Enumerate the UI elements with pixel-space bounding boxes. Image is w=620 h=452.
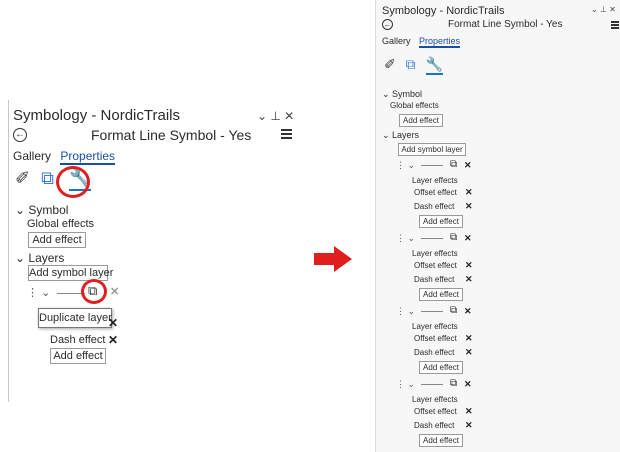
pane-title: Symbology - NordicTrails: [382, 5, 505, 17]
chevron-down-icon: ⌄: [382, 130, 393, 140]
layers-stack-icon[interactable]: ⧉: [41, 168, 54, 189]
hamburger-menu-icon[interactable]: [611, 21, 619, 29]
chevron-down-icon: ⌄: [15, 203, 29, 217]
delete-effect-icon[interactable]: ✕: [465, 187, 473, 198]
add-effect-button[interactable]: Add effect: [50, 348, 106, 364]
chevron-down-icon[interactable]: ⌄: [408, 306, 416, 316]
duplicate-layer-icon[interactable]: ⧉: [450, 232, 457, 243]
add-effect-button[interactable]: Add effect: [399, 114, 443, 127]
add-effect-button[interactable]: Add effect: [419, 288, 463, 301]
layer-row: ⋮ ⌄: [27, 286, 86, 299]
drag-handle-icon[interactable]: ⋮: [396, 379, 405, 389]
layer-row: ⋮ ⌄: [396, 379, 443, 390]
window-controls[interactable]: ⌄ ⊥ ✕: [257, 109, 294, 123]
delete-layer-icon[interactable]: ✕: [464, 379, 472, 390]
delete-layer-icon[interactable]: ✕: [110, 285, 119, 298]
offset-effect-label: Offset effect: [414, 261, 457, 270]
layers-heading[interactable]: ⌄ Layers: [382, 130, 419, 141]
back-arrow-icon[interactable]: ←: [382, 19, 393, 30]
layer-row: ⋮ ⌄: [396, 160, 443, 171]
add-effect-button[interactable]: Add effect: [28, 232, 86, 248]
right-pane-symbology: Symbology - NordicTrails ⌄ ⊥ ✕ ← Format …: [375, 0, 620, 452]
chevron-down-icon[interactable]: ⌄: [408, 379, 416, 389]
line-preview: [420, 238, 443, 240]
offset-effect-label: Offset effect: [414, 334, 457, 343]
delete-effect-icon[interactable]: ✕: [465, 347, 473, 358]
dash-effect-label: Dash effect: [50, 334, 106, 346]
symbol-heading[interactable]: ⌄ Symbol: [382, 89, 422, 100]
delete-effect-icon[interactable]: ✕: [108, 316, 118, 330]
delete-layer-icon[interactable]: ✕: [464, 160, 472, 171]
tab-gallery[interactable]: Gallery: [13, 149, 51, 163]
drag-handle-icon[interactable]: ⋮: [27, 287, 38, 299]
drag-handle-icon[interactable]: ⋮: [396, 233, 405, 243]
duplicate-layer-tooltip: Duplicate layer: [38, 308, 112, 328]
drag-handle-icon[interactable]: ⋮: [396, 160, 405, 170]
chevron-down-icon: ⌄: [15, 251, 29, 265]
tab-properties[interactable]: Properties: [60, 149, 116, 165]
duplicate-layer-icon[interactable]: ⧉: [450, 305, 457, 316]
layer-effects-label: Layer effects: [412, 395, 458, 404]
layer-row: ⋮ ⌄: [396, 233, 443, 244]
layer-row: ⋮ ⌄: [396, 306, 443, 317]
layer-effects-label: Layer effects: [412, 249, 458, 258]
delete-layer-icon[interactable]: ✕: [464, 306, 472, 317]
global-effects-label: Global effects: [27, 218, 95, 230]
offset-effect-label: Offset effect: [414, 407, 457, 416]
chevron-down-icon: ⌄: [382, 89, 393, 99]
back-arrow-icon[interactable]: ←: [13, 128, 27, 142]
highlight-ring-wrench: [56, 166, 90, 198]
dash-effect-label: Dash effect: [414, 348, 455, 357]
layers-stack-icon[interactable]: ⧉: [406, 56, 416, 73]
global-effects-label: Global effects: [390, 101, 439, 110]
highlight-ring-duplicate: [81, 279, 107, 304]
delete-effect-icon[interactable]: ✕: [465, 420, 473, 431]
dash-effect-label: Dash effect: [414, 421, 455, 430]
add-symbol-layer-button[interactable]: Add symbol layer: [398, 143, 466, 156]
paintbrush-icon[interactable]: ✐: [15, 168, 30, 189]
drag-handle-icon[interactable]: ⋮: [396, 306, 405, 316]
hamburger-menu-icon[interactable]: [281, 129, 292, 139]
delete-effect-icon[interactable]: ✕: [108, 333, 118, 347]
delete-effect-icon[interactable]: ✕: [465, 406, 473, 417]
delete-effect-icon[interactable]: ✕: [465, 201, 473, 212]
arrow-head: [334, 246, 352, 272]
pane-title: Symbology - NordicTrails: [13, 107, 180, 124]
tab-gallery[interactable]: Gallery: [382, 36, 411, 46]
offset-effect-label: Offset effect: [414, 188, 457, 197]
chevron-down-icon[interactable]: ⌄: [408, 160, 416, 170]
add-effect-button[interactable]: Add effect: [419, 361, 463, 374]
pane-subtitle: Format Line Symbol - Yes: [448, 19, 563, 30]
chevron-down-icon[interactable]: ⌄: [41, 287, 50, 299]
chevron-down-icon[interactable]: ⌄: [408, 233, 416, 243]
delete-effect-icon[interactable]: ✕: [465, 333, 473, 344]
window-controls[interactable]: ⌄ ⊥ ✕: [591, 5, 616, 14]
pane-subtitle: Format Line Symbol - Yes: [91, 127, 252, 143]
layer-effects-label: Layer effects: [412, 322, 458, 331]
line-preview: [420, 311, 443, 313]
add-effect-button[interactable]: Add effect: [419, 434, 463, 447]
line-preview: [420, 165, 443, 167]
delete-effect-icon[interactable]: ✕: [465, 274, 473, 285]
dash-effect-label: Dash effect: [414, 202, 455, 211]
layers-heading[interactable]: ⌄ Layers: [15, 251, 64, 265]
symbol-heading[interactable]: ⌄ Symbol: [15, 203, 68, 217]
duplicate-layer-icon[interactable]: ⧉: [450, 159, 457, 170]
wrench-icon[interactable]: 🔧: [425, 56, 443, 75]
arrow-right-icon: [314, 253, 336, 265]
paintbrush-icon[interactable]: ✐: [384, 56, 396, 73]
delete-effect-icon[interactable]: ✕: [465, 260, 473, 271]
duplicate-layer-icon[interactable]: ⧉: [450, 378, 457, 389]
line-preview: [420, 384, 443, 386]
dash-effect-label: Dash effect: [414, 275, 455, 284]
left-pane-symbology: Symbology - NordicTrails ⌄ ⊥ ✕ ← Format …: [8, 100, 297, 402]
delete-layer-icon[interactable]: ✕: [464, 233, 472, 244]
add-effect-button[interactable]: Add effect: [419, 215, 463, 228]
tab-properties[interactable]: Properties: [419, 36, 461, 48]
layer-effects-label: Layer effects: [412, 176, 458, 185]
